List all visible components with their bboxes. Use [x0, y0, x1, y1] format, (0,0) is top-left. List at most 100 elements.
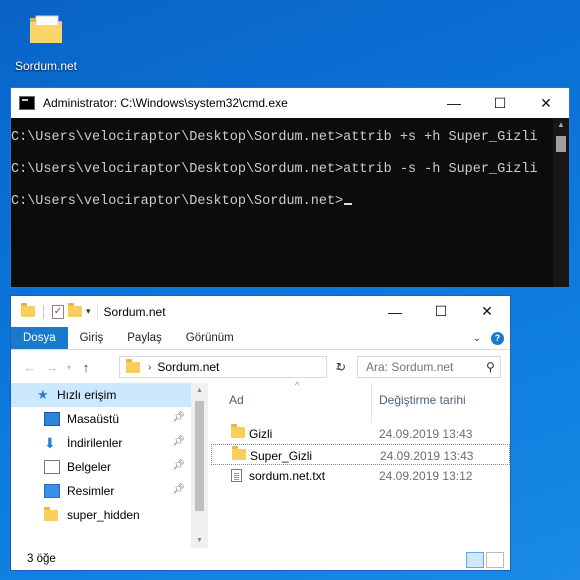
- download-arrow-icon: ⬇: [44, 435, 56, 451]
- cmd-console[interactable]: C:\Users\velociraptor\Desktop\Sordum.net…: [11, 118, 569, 226]
- folder-icon: [44, 507, 60, 522]
- picture-icon: [44, 484, 60, 498]
- address-bar[interactable]: › Sordum.net: [119, 356, 327, 378]
- status-bar: 3 öğe: [11, 548, 510, 570]
- tab-home[interactable]: Giriş: [68, 327, 116, 349]
- nav-item-desktop[interactable]: Masaüstü 📌︎: [11, 407, 191, 431]
- file-date: 24.09.2019 13:12: [379, 469, 473, 483]
- close-button[interactable]: ✕: [464, 296, 510, 327]
- separator: [96, 304, 98, 319]
- folder-icon: [232, 446, 246, 460]
- text-file-icon: [231, 469, 242, 482]
- search-input[interactable]: [358, 359, 486, 375]
- console-line: C:\Users\velociraptor\Desktop\Sordum.net…: [11, 130, 538, 145]
- scroll-down-arrow-icon[interactable]: ▼: [191, 537, 208, 544]
- scroll-thumb[interactable]: [556, 136, 566, 152]
- chevron-down-icon[interactable]: ▾: [86, 306, 91, 317]
- nav-scrollbar[interactable]: ▲ ▼: [191, 383, 208, 548]
- desktop-icon-label: Sordum.net: [14, 59, 78, 73]
- explorer-title: Sordum.net: [103, 304, 166, 319]
- folder-icon: [231, 424, 245, 438]
- up-arrow-icon[interactable]: ↑: [75, 360, 97, 375]
- navigation-pane: ★ Hızlı erişim Masaüstü 📌︎ ⬇ İndirilenle…: [11, 383, 191, 548]
- large-icons-view-icon[interactable]: [486, 552, 504, 568]
- expand-ribbon-icon[interactable]: ⌄: [473, 333, 481, 344]
- folder-icon: [21, 303, 35, 317]
- nav-item-downloads[interactable]: ⬇ İndirilenler 📌︎: [11, 431, 191, 455]
- separator: [43, 304, 44, 319]
- console-prompt-line: C:\Users\velociraptor\Desktop\Sordum.net…: [11, 194, 569, 226]
- tab-share[interactable]: Paylaş: [115, 327, 174, 349]
- file-name: Super_Gizli: [250, 449, 313, 463]
- text-cursor: [344, 203, 353, 205]
- maximize-button[interactable]: ☐: [477, 88, 523, 118]
- pin-icon: 📌︎: [172, 460, 185, 471]
- forward-arrow-icon[interactable]: →: [41, 360, 63, 375]
- nav-item-label: Resimler: [67, 484, 115, 498]
- minimize-button[interactable]: —: [431, 88, 477, 118]
- file-row-selected[interactable]: Super_Gizli 24.09.2019 13:43: [211, 444, 510, 465]
- pin-icon: 📌︎: [172, 436, 185, 447]
- nav-item-label: Hızlı erişim: [57, 388, 117, 402]
- nav-item-quick-access[interactable]: ★ Hızlı erişim: [11, 383, 191, 407]
- pin-icon: 📌︎: [172, 484, 185, 495]
- tab-view[interactable]: Görünüm: [174, 327, 246, 349]
- file-date: 24.09.2019 13:43: [380, 449, 474, 463]
- nav-item-label: super_hidden: [67, 508, 140, 522]
- close-button[interactable]: ✕: [523, 88, 569, 118]
- address-row: ← → ▾ ↑ › Sordum.net ⌄ ↻ ⚲: [11, 350, 510, 384]
- cmd-titlebar[interactable]: Administrator: C:\Windows\system32\cmd.e…: [11, 88, 569, 118]
- tab-file[interactable]: Dosya: [11, 327, 68, 349]
- desktop-folder-sordum[interactable]: Sordum.net: [14, 10, 78, 73]
- folder-icon: [30, 15, 62, 43]
- maximize-button[interactable]: ☐: [418, 296, 464, 327]
- item-count: 3 öğe: [27, 553, 56, 565]
- nav-item-super-hidden[interactable]: super_hidden: [11, 503, 191, 527]
- new-folder-icon[interactable]: [68, 303, 82, 317]
- nav-item-documents[interactable]: Belgeler 📌︎: [11, 455, 191, 479]
- column-name-header[interactable]: Ad: [229, 393, 244, 407]
- scroll-up-arrow-icon[interactable]: ▲: [553, 120, 569, 132]
- details-view-icon[interactable]: [466, 552, 484, 568]
- nav-item-label: Belgeler: [67, 460, 112, 474]
- cmd-icon: [19, 96, 35, 110]
- cmd-window[interactable]: Administrator: C:\Windows\system32\cmd.e…: [10, 87, 570, 288]
- file-name: sordum.net.txt: [249, 469, 326, 483]
- nav-item-label: İndirilenler: [67, 436, 123, 450]
- properties-icon[interactable]: ✓: [52, 304, 64, 319]
- ribbon-tabs: Dosya Giriş Paylaş Görünüm ⌄ ?: [11, 327, 510, 350]
- file-row[interactable]: sordum.net.txt 24.09.2019 13:12: [211, 465, 510, 486]
- explorer-window[interactable]: ✓ ▾ Sordum.net — ☐ ✕ Dosya Giriş Paylaş …: [10, 295, 511, 571]
- minimize-button[interactable]: —: [372, 296, 418, 327]
- nav-item-pictures[interactable]: Resimler 📌︎: [11, 479, 191, 503]
- file-list: ^ Ad Değiştirme tarihi Gizli 24.09.2019 …: [211, 380, 510, 548]
- file-row[interactable]: Gizli 24.09.2019 13:43: [211, 423, 510, 444]
- help-icon[interactable]: ?: [491, 331, 504, 345]
- star-icon: ★: [37, 387, 49, 402]
- scroll-thumb[interactable]: [195, 401, 204, 511]
- cmd-scrollbar[interactable]: ▲: [553, 118, 569, 287]
- back-arrow-icon[interactable]: ←: [19, 360, 41, 375]
- file-date: 24.09.2019 13:43: [379, 427, 473, 441]
- refresh-icon[interactable]: ↻: [333, 356, 349, 378]
- file-name: Gizli: [249, 427, 273, 441]
- document-icon: [44, 460, 60, 474]
- desktop-icon: [44, 412, 60, 426]
- sort-up-icon: ^: [295, 380, 300, 390]
- folder-icon: [126, 358, 140, 373]
- pin-icon: 📌︎: [172, 412, 185, 423]
- column-date-header[interactable]: Değiştirme tarihi: [379, 393, 466, 407]
- address-path[interactable]: Sordum.net: [157, 360, 219, 374]
- search-box[interactable]: ⚲: [357, 356, 501, 378]
- column-divider[interactable]: [371, 383, 372, 423]
- column-headers: ^ Ad Değiştirme tarihi: [211, 380, 510, 423]
- nav-item-label: Masaüstü: [67, 412, 120, 426]
- cmd-title: Administrator: C:\Windows\system32\cmd.e…: [43, 96, 288, 110]
- chevron-right-icon[interactable]: ›: [148, 362, 151, 373]
- scroll-up-arrow-icon[interactable]: ▲: [191, 387, 208, 394]
- search-icon[interactable]: ⚲: [486, 360, 495, 374]
- console-line: C:\Users\velociraptor\Desktop\Sordum.net…: [11, 162, 538, 177]
- recent-chevron-down-icon[interactable]: ▾: [63, 363, 75, 372]
- explorer-titlebar[interactable]: ✓ ▾ Sordum.net — ☐ ✕: [11, 296, 510, 327]
- console-prompt: C:\Users\velociraptor\Desktop\Sordum.net…: [11, 194, 344, 209]
